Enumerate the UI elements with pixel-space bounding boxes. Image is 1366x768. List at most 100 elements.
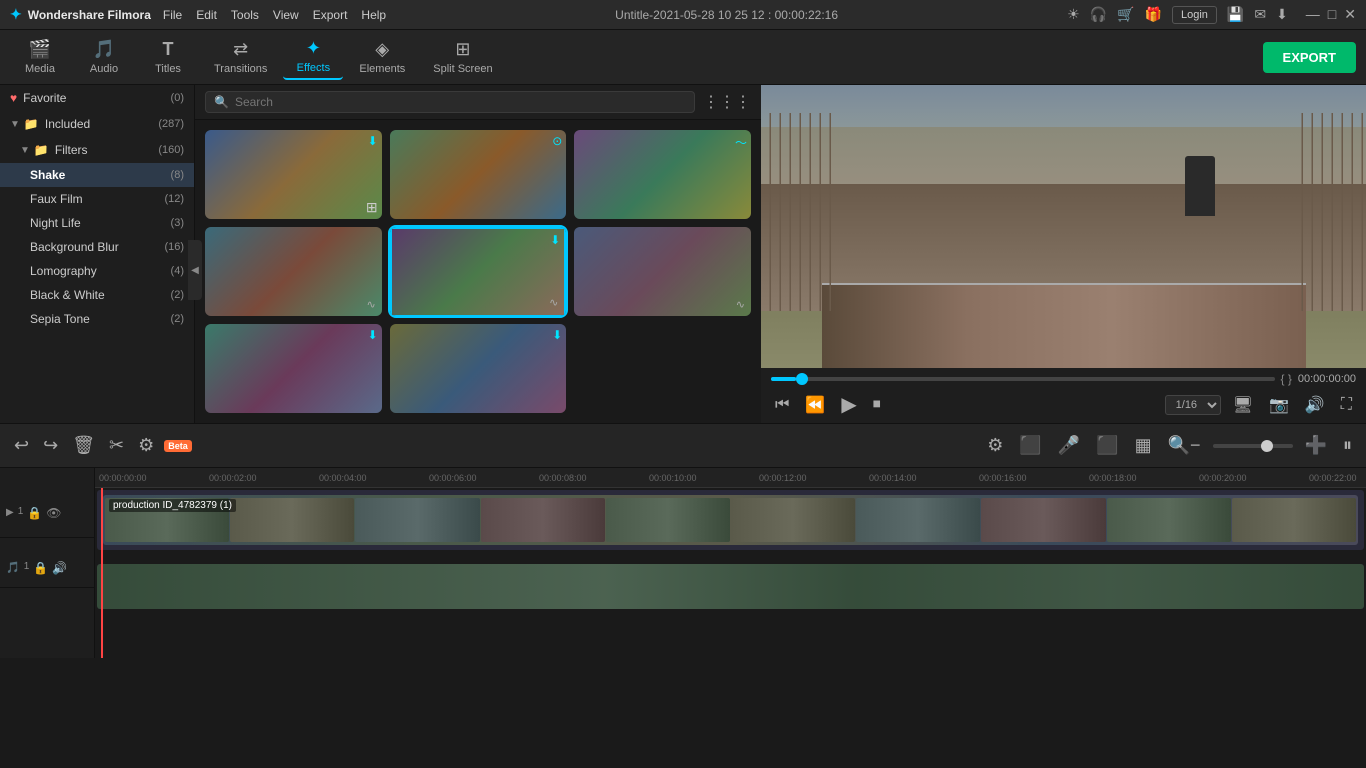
elements-tool[interactable]: ◈ Elements bbox=[347, 35, 417, 79]
menu-export[interactable]: Export bbox=[313, 8, 348, 22]
headphone-icon[interactable]: 🎧 bbox=[1090, 6, 1107, 23]
audio-volume-icon[interactable]: 🔊 bbox=[52, 561, 67, 575]
frame-back-button[interactable]: ⏪ bbox=[801, 393, 829, 417]
sidebar-item-night-life[interactable]: Night Life (3) bbox=[0, 211, 194, 235]
effect-sideways1[interactable]: ⬇ ∿ Sideways 1 bbox=[390, 227, 567, 316]
volume-button[interactable]: 🔊 bbox=[1301, 393, 1329, 417]
audio-tool[interactable]: 🎵 Audio bbox=[74, 35, 134, 79]
audio-settings-button[interactable]: ⚙ bbox=[134, 431, 158, 460]
effect-extra2[interactable]: ⬇ bbox=[390, 324, 567, 413]
screenshot-button[interactable]: 📷 bbox=[1265, 393, 1293, 417]
track-visible-icon[interactable]: 👁 bbox=[46, 506, 61, 520]
cut-button[interactable]: ✂ bbox=[105, 431, 128, 460]
shop-icon[interactable]: 🛒 bbox=[1117, 6, 1134, 23]
elements-label: Elements bbox=[359, 63, 405, 75]
mail-icon[interactable]: ✉ bbox=[1254, 6, 1266, 23]
add-icon2: ⊙ bbox=[552, 134, 562, 148]
page-selector[interactable]: 1/16 bbox=[1165, 395, 1221, 415]
fit-timeline-button[interactable]: ⏸ bbox=[1339, 431, 1356, 460]
mark-in-button[interactable]: ⬛ bbox=[1015, 431, 1045, 460]
sidebar-item-background-blur[interactable]: Background Blur (16) bbox=[0, 235, 194, 259]
zoom-track[interactable] bbox=[1213, 444, 1293, 448]
tick-22: 00:00:22:00 bbox=[1309, 473, 1366, 483]
minimize-button[interactable]: — bbox=[1306, 6, 1320, 23]
audio-track[interactable] bbox=[97, 564, 1364, 609]
transitions-label: Transitions bbox=[214, 63, 267, 75]
included-item[interactable]: ▼ 📁 Included (287) bbox=[0, 111, 194, 137]
extreme-thumb: 〜 bbox=[574, 130, 751, 219]
playhead[interactable] bbox=[101, 488, 103, 658]
effect-sideways2[interactable]: ∿ Sideways 2 bbox=[574, 227, 751, 316]
zoom-thumb[interactable] bbox=[1261, 440, 1273, 452]
video-track[interactable]: production ID_4782379 (1) bbox=[97, 490, 1364, 550]
frame-8 bbox=[981, 498, 1105, 542]
add-extra1-icon: ⬇ bbox=[368, 328, 378, 342]
maximize-button[interactable]: □ bbox=[1328, 6, 1336, 23]
sidebar-item-sepia[interactable]: Sepia Tone (2) bbox=[0, 307, 194, 331]
split-screen-tool[interactable]: ⊞ Split Screen bbox=[421, 35, 504, 79]
play-button[interactable]: ▶ bbox=[837, 390, 860, 419]
favorite-item[interactable]: ♥ Favorite (0) bbox=[0, 85, 194, 111]
favorite-count: (0) bbox=[171, 92, 184, 104]
search-box[interactable]: 🔍 bbox=[205, 91, 695, 113]
wave-icon: 〜 bbox=[735, 134, 747, 151]
stop-button[interactable]: ⏹ bbox=[869, 394, 885, 416]
panel-collapse-button[interactable]: ◀ bbox=[188, 240, 195, 300]
media-label: Media bbox=[25, 63, 55, 75]
edit-toolbar: ↩ ↪ 🗑 ✂ ⚙ Beta ⚙ ⬛ 🎤 ⬛ ▦ 🔍− ➕ ⏸ bbox=[0, 423, 1366, 468]
grid-view-button[interactable]: ⋮⋮⋮ bbox=[703, 92, 751, 112]
sun-icon[interactable]: ☀ bbox=[1067, 6, 1080, 23]
effect-chaos2[interactable]: ⊙ Chaos 2 bbox=[390, 130, 567, 219]
sidebar-item-faux-film[interactable]: Faux Film (12) bbox=[0, 187, 194, 211]
timeline-ruler: 00:00:00:00 00:00:02:00 00:00:04:00 00:0… bbox=[95, 468, 1366, 488]
sidebar-item-black-white[interactable]: Black & White (2) bbox=[0, 283, 194, 307]
seek-bar: { } 00:00:00:00 bbox=[771, 372, 1356, 386]
effect-extra1[interactable]: ⬇ bbox=[205, 324, 382, 413]
search-input[interactable] bbox=[235, 95, 686, 109]
edit-right-controls: ⚙ ⬛ 🎤 ⬛ ▦ 🔍− ➕ ⏸ bbox=[983, 431, 1356, 460]
sidebar-item-shake[interactable]: Shake (8) bbox=[0, 163, 194, 187]
save-icon[interactable]: 💾 bbox=[1227, 6, 1244, 23]
zoom-out-button[interactable]: 🔍− bbox=[1164, 431, 1205, 460]
redo-button[interactable]: ↪ bbox=[39, 431, 62, 460]
close-button[interactable]: ✕ bbox=[1344, 6, 1356, 23]
delete-button[interactable]: 🗑 bbox=[68, 431, 99, 460]
audio-lock-icon[interactable]: 🔒 bbox=[33, 561, 48, 575]
seek-track[interactable] bbox=[771, 377, 1275, 381]
sidebar-item-lomography[interactable]: Lomography (4) bbox=[0, 259, 194, 283]
heart-icon: ♥ bbox=[10, 91, 17, 105]
effect-mild[interactable]: ∿ Mild bbox=[205, 227, 382, 316]
menu-edit[interactable]: Edit bbox=[196, 8, 217, 22]
fullscreen-preview-button[interactable]: 🖥 bbox=[1229, 393, 1257, 417]
download-icon[interactable]: ⬇ bbox=[1276, 6, 1288, 23]
track-lock-icon[interactable]: 🔒 bbox=[27, 506, 42, 520]
voice-button[interactable]: 🎤 bbox=[1054, 431, 1084, 460]
transitions-icon: ⇄ bbox=[233, 39, 248, 60]
effect-chaos1[interactable]: ⬇ ⊞ Chaos 1 bbox=[205, 130, 382, 219]
menu-view[interactable]: View bbox=[273, 8, 299, 22]
seek-thumb[interactable] bbox=[796, 373, 808, 385]
menu-tools[interactable]: Tools bbox=[231, 8, 259, 22]
titles-tool[interactable]: T Titles bbox=[138, 35, 198, 79]
filters-group[interactable]: ▼ 📁 Filters (160) bbox=[0, 137, 194, 163]
filters-label: Filters bbox=[55, 143, 158, 157]
export-button[interactable]: EXPORT bbox=[1263, 42, 1356, 73]
step-back-button[interactable]: ⏮ bbox=[771, 394, 793, 416]
login-button[interactable]: Login bbox=[1172, 6, 1217, 24]
menu-help[interactable]: Help bbox=[361, 8, 386, 22]
undo-button[interactable]: ↩ bbox=[10, 431, 33, 460]
effect-extreme[interactable]: 〜 Extreme bbox=[574, 130, 751, 219]
favorite-label: Favorite bbox=[23, 91, 170, 105]
gift-icon[interactable]: 🎁 bbox=[1145, 6, 1162, 23]
zoom-in-button[interactable]: ➕ bbox=[1301, 431, 1331, 460]
scene-detect-button[interactable]: ⚙ bbox=[983, 431, 1007, 460]
menu-file[interactable]: File bbox=[163, 8, 182, 22]
media-tool[interactable]: 🎬 Media bbox=[10, 35, 70, 79]
fit-button[interactable]: ⛶ bbox=[1337, 394, 1356, 416]
effects-tool[interactable]: ✦ Effects bbox=[283, 34, 343, 80]
split-screen-icon: ⊞ bbox=[455, 39, 470, 60]
audio-detach-button[interactable]: ⬛ bbox=[1092, 431, 1122, 460]
caption-button[interactable]: ▦ bbox=[1131, 431, 1156, 460]
transitions-tool[interactable]: ⇄ Transitions bbox=[202, 35, 279, 79]
track-video-icon: ▶ bbox=[6, 507, 14, 518]
